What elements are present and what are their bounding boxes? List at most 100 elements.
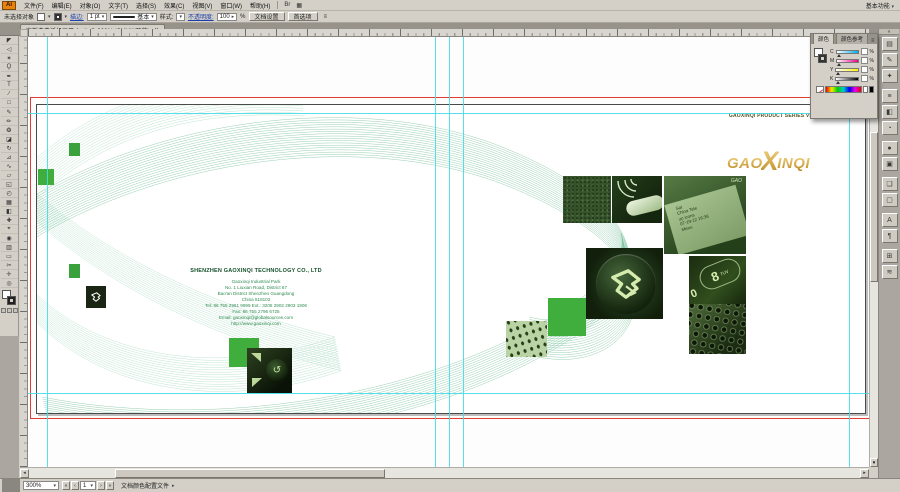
- yellow-value-input[interactable]: [861, 66, 867, 73]
- slice-tool[interactable]: ✂: [1, 261, 18, 270]
- perspective-grid-tool[interactable]: ◴: [1, 189, 18, 198]
- cyan-slider[interactable]: [836, 50, 860, 54]
- stroke-swatch[interactable]: [54, 13, 62, 21]
- tab-color-guide[interactable]: 颜色参考: [836, 33, 868, 44]
- type-tool[interactable]: T: [1, 81, 18, 90]
- stroke-dropdown-icon[interactable]: ▾: [65, 14, 68, 20]
- shape-builder-tool[interactable]: ◱: [1, 180, 18, 189]
- transparency-panel-icon[interactable]: ◔: [882, 121, 898, 135]
- artboard-number-combo[interactable]: 1 ▾: [80, 481, 96, 490]
- gradient-panel-icon[interactable]: ◧: [882, 105, 898, 119]
- scroll-down-icon[interactable]: ▾: [870, 458, 878, 467]
- stroke-panel-icon[interactable]: ≡: [882, 89, 898, 103]
- hand-tool[interactable]: ✛: [1, 270, 18, 279]
- line-segment-tool[interactable]: ∕: [1, 90, 18, 99]
- ruler-guide-vertical-spine[interactable]: [449, 37, 450, 467]
- blob-brush-tool[interactable]: ❂: [1, 126, 18, 135]
- lasso-tool[interactable]: Ϙ: [1, 63, 18, 72]
- magenta-value-input[interactable]: [861, 57, 867, 64]
- artboards-panel-icon[interactable]: ▢: [882, 193, 898, 207]
- blend-tool[interactable]: ⌖: [1, 225, 18, 234]
- slider-handle[interactable]: [837, 54, 841, 57]
- stroke-weight-spinner-icon[interactable]: ▾: [102, 14, 105, 20]
- rectangle-tool[interactable]: □: [1, 99, 18, 108]
- horizontal-scrollbar[interactable]: ◂ ▸: [20, 467, 869, 478]
- style-dropdown[interactable]: ▾: [176, 13, 185, 21]
- menu-edit[interactable]: 编辑(E): [48, 1, 76, 10]
- canvas[interactable]: GAOXINQI PRODUCT SERIES VERSION: 2012-20…: [28, 37, 869, 467]
- last-artboard-button[interactable]: »: [106, 481, 114, 490]
- panel-fill-stroke[interactable]: [814, 48, 828, 64]
- eraser-tool[interactable]: ◪: [1, 135, 18, 144]
- ruler-guide-vertical[interactable]: [435, 37, 436, 467]
- status-flyout-icon[interactable]: ▸: [172, 483, 175, 489]
- magenta-slider[interactable]: [836, 59, 859, 63]
- ruler-origin-box[interactable]: [20, 29, 28, 37]
- gradient-tool[interactable]: ◧: [1, 207, 18, 216]
- workspace-switcher[interactable]: 基本功能 ▾: [860, 1, 900, 10]
- black-slider[interactable]: [835, 77, 859, 81]
- zoom-level-combo[interactable]: 300% ▾: [23, 481, 59, 490]
- vertical-ruler[interactable]: [20, 37, 28, 467]
- spectrum-ramp[interactable]: [825, 86, 862, 93]
- expand-panels-icon[interactable]: «: [879, 29, 899, 35]
- opacity-spinner-icon[interactable]: ▸: [232, 14, 235, 20]
- fill-swatch[interactable]: [37, 13, 45, 21]
- white-swatch[interactable]: [863, 86, 868, 93]
- mesh-tool[interactable]: ▦: [1, 198, 18, 207]
- zoom-tool[interactable]: ◎: [1, 279, 18, 288]
- preferences-button[interactable]: 首选项: [288, 12, 318, 21]
- pencil-tool[interactable]: ✏: [1, 117, 18, 126]
- yellow-slider[interactable]: [835, 68, 859, 72]
- previous-artboard-button[interactable]: ‹: [71, 481, 79, 490]
- align-panel-icon[interactable]: ≋: [882, 265, 898, 279]
- menu-help[interactable]: 帮助(H): [246, 1, 274, 10]
- selection-tool[interactable]: ◤: [1, 36, 18, 45]
- character-panel-icon[interactable]: A: [882, 213, 898, 227]
- menu-select[interactable]: 选择(S): [132, 1, 160, 10]
- horizontal-scroll-thumb[interactable]: [115, 469, 385, 478]
- paintbrush-tool[interactable]: ✎: [1, 108, 18, 117]
- vertical-scroll-thumb[interactable]: [870, 132, 878, 282]
- slider-handle[interactable]: [836, 81, 840, 84]
- ruler-guide-horizontal[interactable]: [28, 113, 869, 114]
- horizontal-ruler[interactable]: [28, 29, 869, 37]
- ruler-guide-vertical[interactable]: [47, 37, 48, 467]
- menu-view[interactable]: 视图(V): [188, 1, 216, 10]
- stroke-color-box[interactable]: [7, 296, 16, 305]
- symbol-sprayer-tool[interactable]: ◉: [1, 234, 18, 243]
- pen-tool[interactable]: ✒: [1, 72, 18, 81]
- swatches-panel-icon[interactable]: ▤: [882, 37, 898, 51]
- draw-behind-mode-button[interactable]: [7, 308, 12, 313]
- artboard-page[interactable]: GAOXINQI PRODUCT SERIES VERSION: 2012-20…: [36, 104, 866, 414]
- scroll-left-icon[interactable]: ◂: [20, 469, 29, 478]
- eyedropper-tool[interactable]: ✚: [1, 216, 18, 225]
- draw-normal-mode-button[interactable]: [1, 308, 6, 313]
- cyan-value-input[interactable]: [861, 48, 867, 55]
- layers-panel-icon[interactable]: ❏: [882, 177, 898, 191]
- paragraph-panel-icon[interactable]: ¶: [882, 229, 898, 243]
- transform-panel-icon[interactable]: ⊞: [882, 249, 898, 263]
- menu-file[interactable]: 文件(F): [20, 1, 48, 10]
- artboard-tool[interactable]: ▭: [1, 252, 18, 261]
- column-graph-tool[interactable]: ▥: [1, 243, 18, 252]
- document-setup-button[interactable]: 文档设置: [249, 12, 285, 21]
- symbols-panel-icon[interactable]: ✦: [882, 69, 898, 83]
- ruler-guide-vertical[interactable]: [463, 37, 464, 467]
- free-transform-tool[interactable]: ▱: [1, 171, 18, 180]
- scroll-right-icon[interactable]: ▸: [860, 469, 869, 478]
- ruler-guide-horizontal[interactable]: [28, 393, 869, 394]
- magic-wand-tool[interactable]: ✶: [1, 54, 18, 63]
- menu-type[interactable]: 文字(T): [104, 1, 132, 10]
- bridge-icon[interactable]: Br: [281, 2, 293, 8]
- panel-stroke-box[interactable]: [818, 54, 827, 63]
- status-display[interactable]: 文档颜色配置文件 ▸: [121, 481, 175, 490]
- scale-tool[interactable]: ⊿: [1, 153, 18, 162]
- brush-definition-dropdown[interactable]: 基本 ▾: [110, 13, 157, 21]
- brushes-panel-icon[interactable]: ✎: [882, 53, 898, 67]
- menu-object[interactable]: 对象(O): [76, 1, 105, 10]
- color-spectrum-bar[interactable]: [816, 85, 874, 93]
- stroke-weight-input[interactable]: 1 pt ▾: [87, 13, 108, 21]
- opacity-input[interactable]: 100 ▸: [217, 13, 238, 21]
- arrange-documents-icon[interactable]: ▦: [293, 2, 305, 9]
